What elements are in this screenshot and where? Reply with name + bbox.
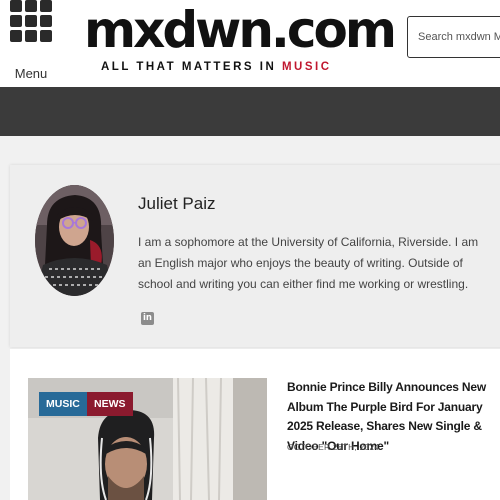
- site-logo[interactable]: mxdwn.com ALL THAT MATTERS IN MUSIC: [84, 1, 397, 78]
- site-header: Menu mxdwn.com ALL THAT MATTERS IN MUSIC: [0, 0, 500, 87]
- menu-label: Menu: [14, 66, 48, 81]
- linkedin-icon[interactable]: in: [141, 312, 154, 325]
- article-date: OCTOBER 28TH, 2024: [287, 442, 380, 452]
- author-bio: I am a sophomore at the University of Ca…: [138, 235, 479, 291]
- menu-button[interactable]: Menu: [8, 0, 54, 82]
- search-input[interactable]: [408, 17, 500, 57]
- author-card: Juliet Paiz I am a sophomore at the Univ…: [10, 165, 500, 347]
- badge-news[interactable]: NEWS: [87, 392, 133, 416]
- author-name: Juliet Paiz: [138, 194, 216, 213]
- author-avatar: [35, 185, 114, 296]
- logo-tagline: ALL THAT MATTERS IN MUSIC: [101, 61, 332, 73]
- tagline-prefix: ALL THAT MATTERS IN: [101, 61, 282, 73]
- badge-music[interactable]: MUSIC: [39, 392, 87, 416]
- search-box[interactable]: [407, 16, 500, 58]
- nav-bar: [0, 87, 500, 136]
- author-photo: [35, 185, 114, 296]
- menu-grid-icon: [10, 0, 52, 42]
- logo-text: mxdwn.com: [84, 1, 397, 59]
- tagline-accent: MUSIC: [281, 61, 332, 73]
